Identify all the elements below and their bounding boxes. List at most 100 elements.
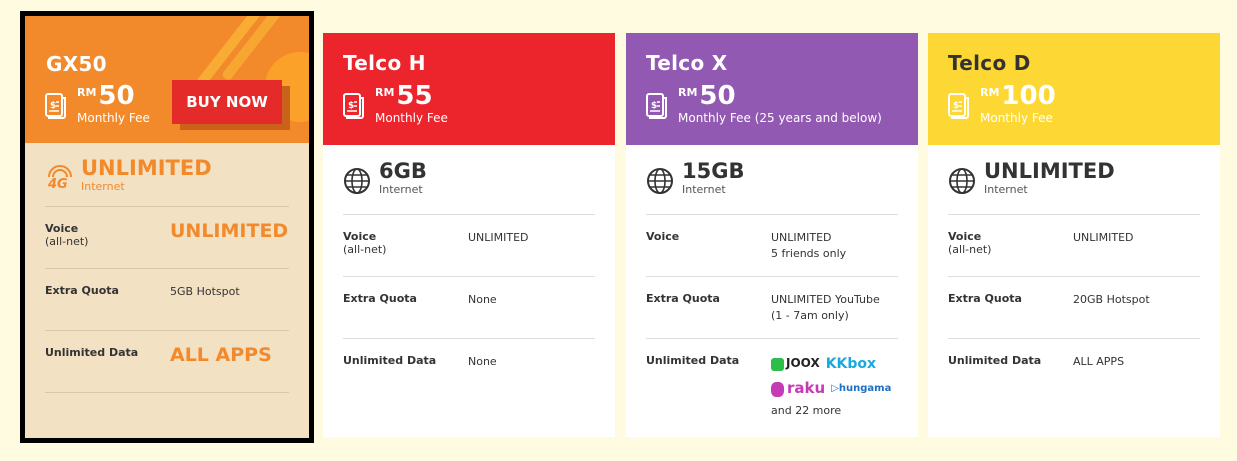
internet-row: 4G UNLIMITED Internet (45, 143, 289, 207)
unlimited-data-label: Unlimited Data (646, 354, 740, 367)
extra-quota-value: UNLIMITED YouTube (771, 293, 880, 306)
voice-row: Voice (all-net) UNLIMITED (45, 207, 289, 269)
price-fee: Monthly Fee (25 years and below) (678, 111, 882, 125)
price-fee: Monthly Fee (980, 111, 1053, 125)
voice-label: Voice (646, 230, 680, 243)
svg-text:4G: 4G (47, 177, 68, 191)
price-amount: 50 (98, 81, 135, 111)
unlimited-data-row: Unlimited Data None (343, 339, 595, 401)
plan-card-telco-d: Telco D $ RM 100 Monthly Fee UNLIMITED I… (928, 33, 1220, 437)
voice-row: Voice (all-net) UNLIMITED (343, 215, 595, 277)
voice-value: UNLIMITED (468, 231, 529, 244)
extra-quota-row: Extra Quota UNLIMITED YouTube (1 - 7am o… (646, 277, 898, 339)
extra-quota-label: Extra Quota (646, 292, 720, 305)
svg-text:$: $ (953, 101, 959, 111)
unlimited-data-value: None (468, 355, 497, 368)
hungama-logo: ▷hungama (831, 382, 892, 394)
internet-label: Internet (984, 183, 1028, 197)
voice-row: Voice UNLIMITED 5 friends only (646, 215, 898, 277)
internet-value: UNLIMITED (984, 159, 1115, 183)
plan-header: Telco D $ RM 100 Monthly Fee (928, 33, 1220, 145)
internet-label: Internet (379, 183, 423, 197)
unlimited-data-label: Unlimited Data (45, 346, 139, 359)
voice-sub: (all-net) (948, 243, 992, 256)
price-row: $ RM 50 Monthly Fee (45, 83, 150, 125)
currency: RM (678, 86, 698, 99)
unlimited-data-row: Unlimited Data ALL APPS (45, 331, 289, 393)
voice-value: UNLIMITED (170, 220, 289, 242)
extra-quota-row: Extra Quota 20GB Hotspot (948, 277, 1200, 339)
4g-icon: 4G (47, 165, 72, 191)
extra-quota-value: None (468, 293, 497, 306)
plan-body: 4G UNLIMITED Internet Voice (all-net) UNL… (25, 143, 309, 393)
globe-icon (949, 168, 975, 194)
price-fee: Monthly Fee (375, 111, 448, 125)
extra-quota-value: 20GB Hotspot (1073, 293, 1150, 306)
extra-quota-label: Extra Quota (45, 284, 119, 297)
price-amount: 100 (1001, 81, 1056, 111)
extra-quota-row: Extra Quota 5GB Hotspot (45, 269, 289, 331)
unlimited-data-row: Unlimited Data ALL APPS (948, 339, 1200, 401)
voice-label: Voice (948, 230, 982, 243)
internet-row: UNLIMITED Internet (948, 145, 1200, 215)
plan-card-gx50: GX50 $ RM 50 Monthly Fee BUY NOW 4G UNLI… (20, 11, 314, 443)
bill-icon: $ (45, 93, 66, 119)
price-amount: 55 (396, 81, 433, 111)
svg-text:$: $ (348, 101, 354, 111)
currency: RM (375, 86, 395, 99)
price-amount: 50 (699, 81, 736, 111)
voice-value: UNLIMITED (771, 231, 832, 244)
plan-name: Telco X (646, 51, 728, 75)
voice-label: Voice (45, 222, 79, 235)
extra-quota-value: 5GB Hotspot (170, 285, 240, 298)
internet-value: 6GB (379, 159, 427, 183)
price-row: $ RM 100 Monthly Fee (948, 83, 1056, 125)
currency: RM (980, 86, 1000, 99)
voice-row: Voice (all-net) UNLIMITED (948, 215, 1200, 277)
internet-value: UNLIMITED (81, 156, 212, 180)
plan-card-telco-h: Telco H $ RM 55 Monthly Fee 6GB Internet… (323, 33, 615, 437)
extra-quota-row: Extra Quota None (343, 277, 595, 339)
voice-value: UNLIMITED (1073, 231, 1134, 244)
voice-note: 5 friends only (771, 246, 847, 260)
internet-row: 6GB Internet (343, 145, 595, 215)
internet-label: Internet (81, 180, 125, 194)
internet-row: 15GB Internet (646, 145, 898, 215)
joox-icon (771, 357, 784, 371)
price-fee: Monthly Fee (77, 111, 150, 125)
plan-name: Telco H (343, 51, 426, 75)
joox-logo: JOOX (771, 355, 820, 372)
raku-icon (771, 381, 784, 397)
unlimited-data-label: Unlimited Data (343, 354, 437, 367)
raku-logo: raku (771, 378, 825, 400)
plan-name: GX50 (46, 52, 107, 76)
plan-header: Telco H $ RM 55 Monthly Fee (323, 33, 615, 145)
svg-text:$: $ (50, 101, 56, 111)
price-row: $ RM 50 Monthly Fee (25 years and below) (646, 83, 882, 125)
bill-icon: $ (646, 93, 667, 119)
voice-label: Voice (343, 230, 377, 243)
unlimited-data-value: ALL APPS (1073, 355, 1125, 368)
plan-body: 6GB Internet Voice (all-net) UNLIMITED Ex… (323, 145, 615, 401)
extra-quota-label: Extra Quota (948, 292, 1022, 305)
price-row: $ RM 55 Monthly Fee (343, 83, 448, 125)
bill-icon: $ (948, 93, 969, 119)
plan-body: 15GB Internet Voice UNLIMITED 5 friends … (626, 145, 918, 419)
plan-name: Telco D (948, 51, 1031, 75)
plan-card-telco-x: Telco X $ RM 50 Monthly Fee (25 years an… (626, 33, 918, 437)
buy-now-button[interactable]: BUY NOW (172, 80, 282, 124)
unlimited-data-value: ALL APPS (170, 344, 272, 366)
unlimited-data-row: Unlimited Data JOOX KKbox raku ▷hungama … (646, 339, 898, 419)
unlimited-data-label: Unlimited Data (948, 354, 1042, 367)
globe-icon (647, 168, 673, 194)
extra-quota-label: Extra Quota (343, 292, 417, 305)
plan-header: GX50 $ RM 50 Monthly Fee BUY NOW (25, 16, 309, 143)
internet-value: 15GB (682, 159, 745, 183)
unlimited-more: and 22 more (771, 404, 842, 418)
svg-text:$: $ (651, 101, 657, 111)
internet-label: Internet (682, 183, 726, 197)
kkbox-logo: KKbox (825, 356, 877, 372)
app-logos: JOOX KKbox raku ▷hungama (771, 354, 898, 400)
currency: RM (77, 86, 97, 99)
globe-icon (344, 168, 370, 194)
